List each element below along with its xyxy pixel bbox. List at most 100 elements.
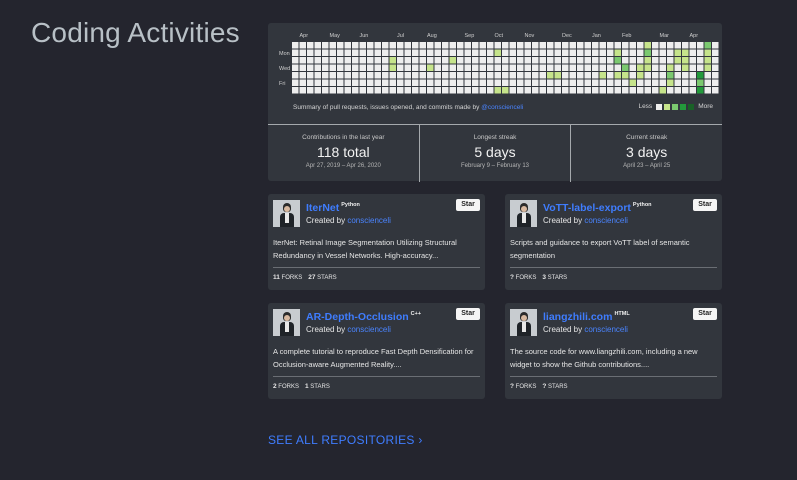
summary-user-link[interactable]: @conscienceli	[481, 104, 523, 111]
contribution-day	[674, 57, 681, 64]
see-all-repositories-link[interactable]: SEE ALL REPOSITORIES ›	[268, 433, 423, 447]
star-button[interactable]: Star	[693, 199, 717, 211]
contribution-day	[404, 87, 411, 94]
month-label: Dec	[562, 33, 572, 39]
repo-name[interactable]: IterNet	[306, 202, 339, 214]
contribution-day	[389, 64, 396, 71]
contribution-day	[554, 64, 561, 71]
contribution-day	[592, 49, 599, 56]
contribution-day	[599, 72, 606, 79]
contribution-day	[637, 42, 644, 49]
contribution-day	[532, 42, 539, 49]
stars-label: STARS	[310, 384, 330, 390]
contribution-day	[622, 49, 629, 56]
contribution-day	[449, 64, 456, 71]
contribution-day	[367, 57, 374, 64]
contribution-day	[322, 64, 329, 71]
contribution-day	[584, 79, 591, 86]
contribution-day	[344, 57, 351, 64]
star-button[interactable]: Star	[456, 308, 480, 320]
contribution-day	[359, 42, 366, 49]
contribution-day	[667, 64, 674, 71]
stat-value: 5 days	[474, 144, 516, 160]
contribution-day	[412, 79, 419, 86]
contribution-day	[592, 42, 599, 49]
repo-name-link[interactable]: VoTT-label-export Python	[543, 202, 652, 214]
contribution-day	[344, 72, 351, 79]
contribution-day	[554, 79, 561, 86]
repo-name-link[interactable]: liangzhili.com HTML	[543, 311, 630, 323]
repo-name-link[interactable]: AR-Depth-Occlusion C++	[306, 311, 421, 323]
contribution-day	[374, 49, 381, 56]
contribution-day	[449, 42, 456, 49]
contribution-day	[614, 72, 621, 79]
contribution-day	[412, 64, 419, 71]
contribution-day	[292, 64, 299, 71]
contribution-day	[449, 72, 456, 79]
month-label: Aug	[427, 33, 437, 39]
contribution-day	[629, 79, 636, 86]
star-button[interactable]: Star	[456, 199, 480, 211]
stat-total: Contributions in the last year 118 total…	[268, 125, 420, 182]
forks-count: 11 FORKS	[273, 274, 302, 281]
contribution-day	[599, 64, 606, 71]
created-by-label: Created by	[306, 325, 348, 334]
contribution-day	[532, 64, 539, 71]
repo-name[interactable]: liangzhili.com	[543, 311, 612, 323]
contribution-day	[487, 42, 494, 49]
repo-name-link[interactable]: IterNet Python	[306, 202, 360, 214]
stars-value: 27	[308, 274, 316, 281]
repo-stats: ? FORKS 3 STARS	[510, 267, 717, 281]
repo-card: AR-Depth-Occlusion C++ Created by conscie…	[268, 303, 485, 399]
contribution-day	[614, 64, 621, 71]
contribution-day	[427, 64, 434, 71]
contribution-day	[382, 72, 389, 79]
avatar[interactable]	[510, 309, 537, 336]
contribution-day	[404, 49, 411, 56]
contribution-day	[412, 72, 419, 79]
contribution-day	[629, 72, 636, 79]
contribution-day	[524, 79, 531, 86]
contribution-day	[389, 42, 396, 49]
contribution-day	[569, 72, 576, 79]
avatar[interactable]	[273, 309, 300, 336]
day-label: Fri	[279, 81, 285, 87]
repo-name[interactable]: VoTT-label-export	[543, 202, 631, 214]
contribution-day	[554, 42, 561, 49]
repo-stats: ? FORKS ? STARS	[510, 376, 717, 390]
contribution-day	[592, 72, 599, 79]
repo-stats: 11 FORKS 27 STARS	[273, 267, 480, 281]
author-link[interactable]: conscienceli	[347, 325, 391, 334]
contribution-day	[689, 49, 696, 56]
contribution-day	[532, 49, 539, 56]
contribution-day	[487, 57, 494, 64]
contribution-day	[614, 87, 621, 94]
contribution-day	[599, 57, 606, 64]
contribution-day	[659, 87, 666, 94]
contribution-day	[509, 64, 516, 71]
repo-name[interactable]: AR-Depth-Occlusion	[306, 311, 409, 323]
contribution-day	[517, 42, 524, 49]
contribution-day	[359, 49, 366, 56]
contribution-day	[479, 72, 486, 79]
star-button[interactable]: Star	[693, 308, 717, 320]
contribution-day	[374, 64, 381, 71]
contribution-day	[697, 42, 704, 49]
contribution-day	[472, 49, 479, 56]
contribution-day	[599, 49, 606, 56]
stat-range: Apr 27, 2019 – Apr 26, 2020	[305, 163, 381, 169]
contribution-day	[344, 79, 351, 86]
author-link[interactable]: conscienceli	[584, 325, 628, 334]
contribution-day	[607, 64, 614, 71]
author-link[interactable]: conscienceli	[584, 216, 628, 225]
avatar[interactable]	[273, 200, 300, 227]
contribution-day	[352, 42, 359, 49]
contribution-day	[442, 42, 449, 49]
contribution-day	[389, 79, 396, 86]
contribution-day	[359, 87, 366, 94]
avatar[interactable]	[510, 200, 537, 227]
contribution-day	[367, 49, 374, 56]
contribution-day	[667, 57, 674, 64]
contribution-day	[487, 64, 494, 71]
author-link[interactable]: conscienceli	[347, 216, 391, 225]
